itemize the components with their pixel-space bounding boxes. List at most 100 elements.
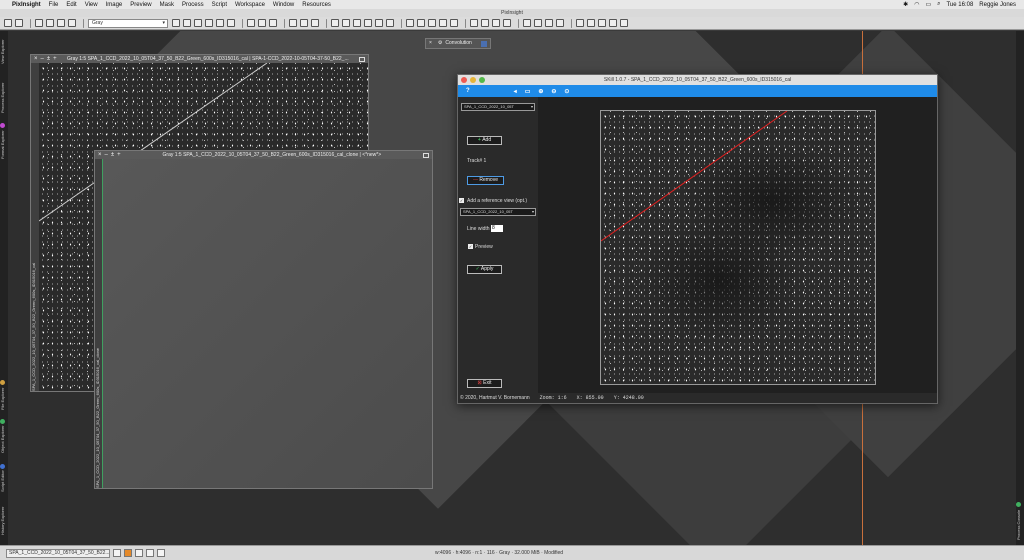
menu-resources[interactable]: Resources <box>302 2 331 8</box>
zoom-icon[interactable] <box>289 19 297 27</box>
arrow-icon[interactable]: ◂ <box>514 88 517 95</box>
channel-b-icon[interactable] <box>439 19 447 27</box>
curves-icon[interactable] <box>545 19 553 27</box>
exit-button[interactable]: ⊠ Exit <box>467 379 502 388</box>
mask-invert-icon[interactable] <box>386 19 394 27</box>
info-icon[interactable] <box>157 549 165 557</box>
stf-reset-icon[interactable] <box>492 19 500 27</box>
channel-rgb-icon[interactable] <box>406 19 414 27</box>
menu-view[interactable]: View <box>85 2 98 8</box>
process-icon-convolution[interactable]: × ⚙ Convolution <box>425 38 491 49</box>
wifi-icon[interactable]: ◠ <box>914 1 919 8</box>
battery-icon[interactable]: ▭ <box>925 1 931 8</box>
window-icon[interactable] <box>576 19 584 27</box>
zoom-in-icon[interactable] <box>247 19 255 27</box>
menu-window[interactable]: Window <box>273 2 294 8</box>
tab-process-console[interactable]: Process Console <box>1016 501 1024 541</box>
apply-button[interactable]: ✓ Apply <box>467 265 502 274</box>
close-icon[interactable]: × <box>34 55 38 63</box>
mask-icon[interactable] <box>364 19 372 27</box>
preview-area[interactable] <box>538 97 937 395</box>
minimize-icon[interactable]: – <box>105 151 108 159</box>
tab-file-explorer[interactable]: File Explorer <box>0 377 8 413</box>
shade-icon[interactable]: ± <box>111 151 114 159</box>
stf-link-icon[interactable] <box>503 19 511 27</box>
reference-select[interactable]: SPA_1_CCD_2022_10_05T ▾ <box>460 208 536 216</box>
tab-object-explorer[interactable]: Object Explorer <box>0 417 8 455</box>
new-icon[interactable] <box>57 19 65 27</box>
tab-script-editor[interactable]: Script Editor <box>0 461 8 495</box>
help-icon[interactable]: ? <box>466 88 470 94</box>
rotate-icon[interactable] <box>216 19 224 27</box>
dialog-titlebar[interactable]: SKill 1.0.7 - SPA_1_CCD_2022_10_05T04_37… <box>458 75 937 85</box>
zoom-fit-icon[interactable]: ⊙ <box>564 88 569 95</box>
zoom-fit-icon[interactable] <box>269 19 277 27</box>
zoom-icon[interactable] <box>479 77 485 83</box>
crop-icon[interactable] <box>205 19 213 27</box>
menu-mask[interactable]: Mask <box>160 2 174 8</box>
menu-preview[interactable]: Preview <box>130 2 151 8</box>
gear-icon[interactable]: ⚙ <box>438 39 442 48</box>
stf-auto-icon[interactable] <box>481 19 489 27</box>
gear-icon[interactable]: ✱ <box>903 1 908 8</box>
preview-image[interactable] <box>600 110 876 385</box>
add-button[interactable]: + Add <box>467 136 502 145</box>
preview-icon[interactable] <box>342 19 350 27</box>
preview-icon[interactable] <box>135 549 143 557</box>
open-icon[interactable] <box>35 19 43 27</box>
tile-icon[interactable] <box>587 19 595 27</box>
fit-icon[interactable] <box>183 19 191 27</box>
minimize-icon[interactable] <box>470 77 476 83</box>
reference-checkbox[interactable]: ✓ <box>459 198 464 203</box>
search-icon[interactable]: ⌕ <box>937 1 940 8</box>
zoom-2-1-icon[interactable] <box>311 19 319 27</box>
window-titlebar[interactable]: × – ± + Gray 1:5 SPA_1_CCD_2022_10_05T04… <box>31 55 368 63</box>
channel-g-icon[interactable] <box>428 19 436 27</box>
mask-icon[interactable] <box>124 549 132 557</box>
menu-workspace[interactable]: Workspace <box>235 2 265 8</box>
menu-app[interactable]: PixInsight <box>12 2 41 8</box>
undo-icon[interactable] <box>4 19 12 27</box>
tab-history-explorer[interactable]: History Explorer <box>0 501 8 541</box>
window-titlebar[interactable]: × – ± + Gray 1:5 SPA_1_CCD_2022_10_05T04… <box>95 151 432 159</box>
stf-icon[interactable] <box>146 549 154 557</box>
redo-icon[interactable] <box>15 19 23 27</box>
statistics-icon[interactable] <box>556 19 564 27</box>
close-icon[interactable] <box>461 77 467 83</box>
shade-icon[interactable]: ± <box>47 55 50 63</box>
image-window-clone[interactable]: × – ± + Gray 1:5 SPA_1_CCD_2022_10_05T04… <box>94 150 433 489</box>
close-icon[interactable]: × <box>98 151 102 159</box>
menu-file[interactable]: File <box>49 2 59 8</box>
zoom-out-icon[interactable] <box>258 19 266 27</box>
user-name[interactable]: Reggie Jones <box>979 2 1016 8</box>
tab-view-explorer[interactable]: View Explorer <box>0 35 8 69</box>
clock[interactable]: Tue 16:08 <box>946 2 973 8</box>
close-icon[interactable] <box>68 19 76 27</box>
remove-button[interactable]: — Remove <box>467 176 504 185</box>
menu-script[interactable]: Script <box>212 2 227 8</box>
minimize-icon[interactable]: – <box>41 55 44 63</box>
maximize-icon[interactable] <box>359 56 365 62</box>
maximize-icon[interactable] <box>423 152 429 158</box>
tab-format-explorer[interactable]: Format Explorer <box>0 121 8 161</box>
zoom-in-icon[interactable]: ⊕ <box>538 88 543 95</box>
stf-icon[interactable] <box>470 19 478 27</box>
zoom-1-1-icon[interactable] <box>300 19 308 27</box>
iconize-icon[interactable] <box>609 19 617 27</box>
histogram-icon[interactable] <box>534 19 542 27</box>
flip-icon[interactable] <box>227 19 235 27</box>
pin-icon[interactable] <box>481 40 487 47</box>
close-icon[interactable]: × <box>429 39 432 48</box>
menu-process[interactable]: Process <box>182 2 204 8</box>
frame-icon[interactable]: ▭ <box>525 88 531 95</box>
move-icon[interactable] <box>194 19 202 27</box>
image-icon[interactable] <box>113 549 121 557</box>
process-icon[interactable] <box>523 19 531 27</box>
channel-l-icon[interactable] <box>450 19 458 27</box>
menu-image[interactable]: Image <box>106 2 123 8</box>
workspace-icon[interactable] <box>620 19 628 27</box>
mask-show-icon[interactable] <box>375 19 383 27</box>
readout-icon[interactable] <box>331 19 339 27</box>
edit-preview-icon[interactable] <box>353 19 361 27</box>
view-select[interactable]: Gray <box>88 18 168 28</box>
